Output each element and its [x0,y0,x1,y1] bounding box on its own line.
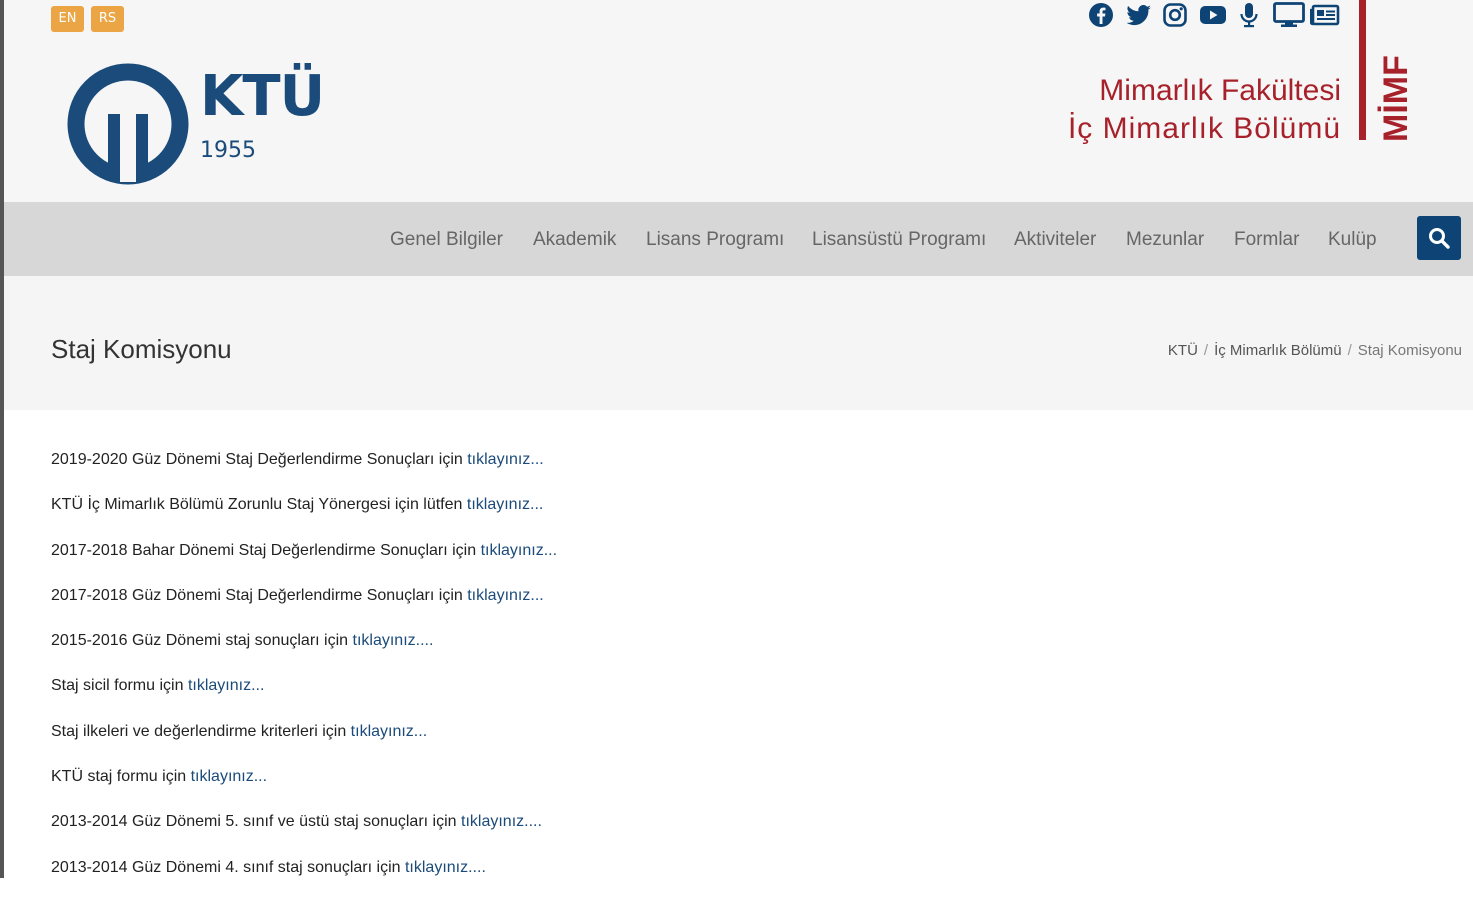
breadcrumb-separator: / [1203,342,1209,359]
nav-aktiviteler[interactable]: Aktiviteler [1014,202,1096,276]
facebook-icon[interactable] [1088,2,1116,30]
list-item: 2019-2020 Güz Dönemi Staj Değerlendirme … [51,448,557,493]
mimf-badge: MİMF [1377,55,1415,142]
list-item-text: 2017-2018 Bahar Dönemi Staj Değerlendirm… [51,541,477,559]
ktu-emblem-icon [67,63,189,185]
list-item-link[interactable]: tıklayınız.... [353,632,434,649]
list-item: 2013-2014 Güz Dönemi 4. sınıf staj sonuç… [51,856,557,901]
list-item-link[interactable]: tıklayınız... [467,587,543,604]
list-item-text: 2017-2018 Güz Dönemi Staj Değerlendirme … [51,586,463,604]
list-item: 2013-2014 Güz Dönemi 5. sınıf ve üstü st… [51,810,557,855]
page-title-bar: Staj Komisyonu KTÜ / İç Mimarlık Bölümü / St… [4,276,1473,410]
monitor-icon[interactable] [1273,2,1305,30]
page-title: Staj Komisyonu [51,334,232,364]
list-item: 2017-2018 Bahar Dönemi Staj Değerlendirm… [51,539,557,584]
newspaper-icon[interactable] [1310,2,1340,30]
faculty-divider [1359,0,1366,140]
list-item: Staj sicil formu için tıklayınız... [51,674,557,719]
nav-kulup[interactable]: Kulüp [1328,202,1377,276]
nav-genel-bilgiler[interactable]: Genel Bilgiler [390,202,503,276]
list-item-text: Staj sicil formu için [51,677,184,695]
list-item: KTÜ staj formu için tıklayınız... [51,765,557,810]
list-item-link[interactable]: tıklayınız... [481,542,557,559]
list-item-text: 2019-2020 Güz Dönemi Staj Değerlendirme … [51,451,463,468]
list-item-link[interactable]: tıklayınız... [191,768,267,785]
breadcrumb-current: Staj Komisyonu [1357,342,1462,359]
logo-year: 1955 [200,138,256,163]
breadcrumb-separator: / [1347,342,1352,359]
list-item-link[interactable]: tıklayınız.... [461,813,542,830]
twitter-icon[interactable] [1125,2,1153,30]
microphone-icon[interactable] [1236,2,1264,30]
list-item: 2015-2016 Güz Dönemi staj sonuçları için… [51,629,557,674]
language-en-button[interactable]: EN [51,6,84,32]
ktu-logo[interactable]: KTÜ 1955 [66,62,356,188]
list-item: Staj ilkeleri ve değerlendirme kriterler… [51,720,557,765]
list-item-text: KTÜ staj formu için [51,768,187,786]
list-item-link[interactable]: tıklayınız... [351,723,427,740]
list-item-link[interactable]: tıklayınız... [188,677,264,694]
list-item-text: Staj ilkeleri ve değerlendirme kriterler… [51,722,347,740]
mimf-badge-text: MİMF [1377,55,1415,142]
faculty-name: Mimarlık Fakültesi [1099,74,1341,107]
language-rs-button[interactable]: RS [91,6,124,32]
list-item: 2017-2018 Güz Dönemi Staj Değerlendirme … [51,584,557,629]
search-icon [1429,228,1450,249]
instagram-icon[interactable] [1162,2,1190,30]
list-item-text: 2013-2014 Güz Dönemi 5. sınıf ve üstü st… [51,813,457,831]
nav-mezunlar[interactable]: Mezunlar [1126,202,1204,276]
list-item-text: KTÜ İç Mimarlık Bölümü Zorunlu Staj Yöne… [51,496,463,514]
list-item-link[interactable]: tıklayınız... [467,496,543,513]
department-name: İç Mimarlık Bölümü [1067,112,1341,145]
nav-lisans-programi[interactable]: Lisans Programı [646,202,784,276]
nav-formlar[interactable]: Formlar [1234,202,1299,276]
list-item-link[interactable]: tıklayınız... [467,451,543,468]
list-item-text: 2015-2016 Güz Dönemi staj sonuçları için [51,632,349,650]
faculty-title[interactable]: Mimarlık Fakültesi İç Mimarlık Bölümü [1068,72,1341,148]
logo-name: KTÜ [200,64,325,129]
breadcrumb-department[interactable]: İç Mimarlık Bölümü [1214,342,1342,359]
social-links [1088,2,1347,30]
nav-lisansustu-programi[interactable]: Lisansüstü Programı [812,202,986,276]
breadcrumb-home[interactable]: KTÜ [1168,342,1198,359]
nav-akademik[interactable]: Akademik [533,202,616,276]
search-button[interactable] [1417,216,1461,260]
youtube-icon[interactable] [1199,2,1227,30]
main-navigation: Genel Bilgiler Akademik Lisans Programı … [4,202,1473,276]
list-item: KTÜ İç Mimarlık Bölümü Zorunlu Staj Yöne… [51,493,557,538]
internship-list: 2019-2020 Güz Dönemi Staj Değerlendirme … [51,448,557,901]
list-item-link[interactable]: tıklayınız.... [405,859,486,876]
list-item-text: 2013-2014 Güz Dönemi 4. sınıf staj sonuç… [51,858,401,876]
breadcrumb: KTÜ / İç Mimarlık Bölümü / Staj Komisyonu [1168,342,1462,359]
